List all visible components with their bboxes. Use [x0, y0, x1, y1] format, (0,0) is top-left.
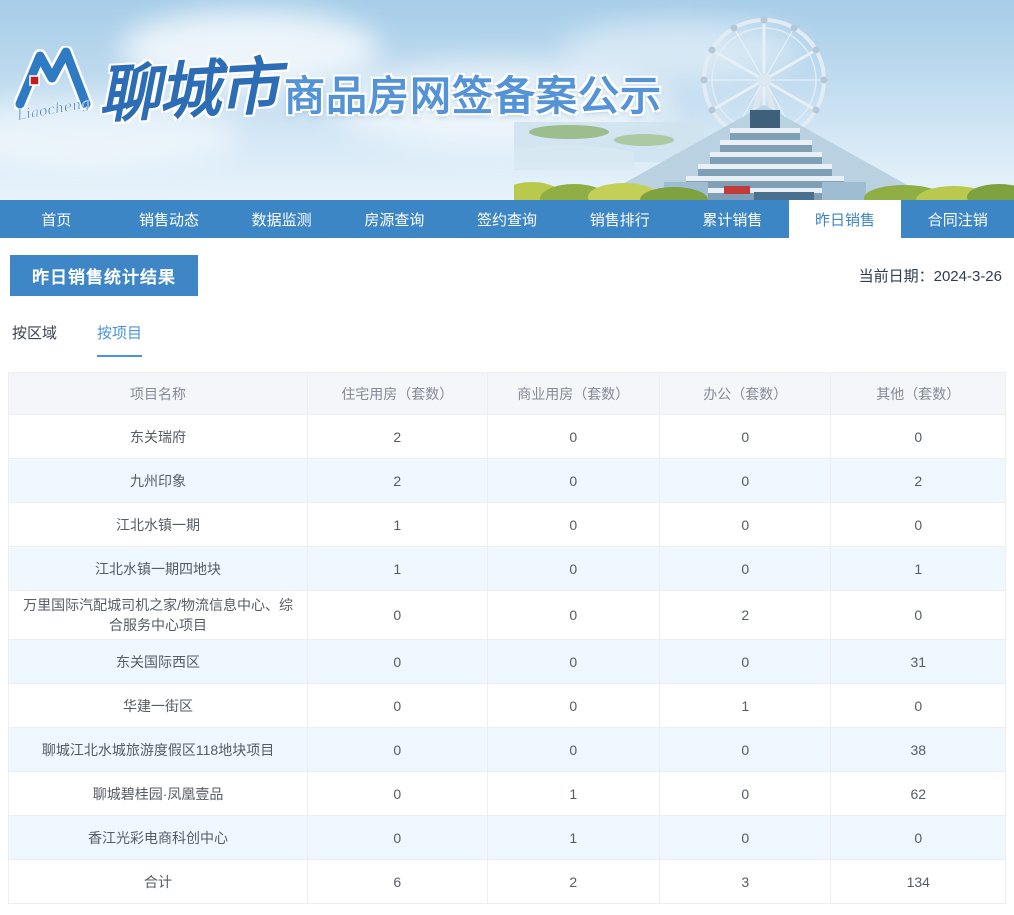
- header-banner: Liaocheng 聊城市 商品房网签备案公示: [0, 0, 1014, 200]
- col-header-office: 办公（套数）: [659, 372, 832, 415]
- project-name-cell: 聊城碧桂园·凤凰壹品: [7, 771, 309, 816]
- view-subtabs: 按区域 按项目: [12, 322, 1006, 357]
- project-name-cell: 万里国际汽配城司机之家/物流信息中心、综合服务中心项目: [7, 590, 309, 640]
- subtab-by-region[interactable]: 按区域: [12, 322, 57, 357]
- project-name-cell: 东关瑞府: [7, 414, 309, 459]
- nav-item-listing-query[interactable]: 房源查询: [338, 200, 451, 238]
- table-row: 九州印象 2 0 0 2: [7, 458, 1006, 503]
- col-header-residential: 住宅用房（套数）: [307, 372, 488, 415]
- table-row: 万里国际汽配城司机之家/物流信息中心、综合服务中心项目 0 0 2 0: [7, 590, 1006, 640]
- title-bar: 昨日销售统计结果 当前日期：2024-3-26: [8, 255, 1006, 296]
- project-name-cell: 香江光彩电商科创中心: [7, 815, 309, 860]
- nav-item-sales-ranking[interactable]: 销售排行: [563, 200, 676, 238]
- project-name-cell: 东关国际西区: [7, 639, 309, 684]
- nav-item-contract-cancel[interactable]: 合同注销: [901, 200, 1014, 238]
- col-header-project-name: 项目名称: [7, 372, 309, 415]
- page-title: 昨日销售统计结果: [10, 255, 198, 296]
- project-name-cell: 华建一街区: [7, 683, 309, 728]
- table-row-total: 合计 6 2 3 134: [7, 859, 1006, 904]
- table-row: 聊城碧桂园·凤凰壹品 0 1 0 62: [7, 771, 1006, 816]
- nav-item-cumulative-sales[interactable]: 累计销售: [676, 200, 789, 238]
- subtab-by-project[interactable]: 按项目: [97, 322, 143, 357]
- nav-item-data-monitor[interactable]: 数据监测: [225, 200, 338, 238]
- nav-item-home[interactable]: 首页: [0, 200, 113, 238]
- nav-item-yesterday-sales[interactable]: 昨日销售: [788, 200, 902, 238]
- table-header-row: 项目名称 住宅用房（套数） 商业用房（套数） 办公（套数） 其他（套数）: [7, 372, 1006, 415]
- brand-name: 聊城市: [96, 49, 281, 132]
- main-nav: 首页 销售动态 数据监测 房源查询 签约查询 销售排行 累计销售 昨日销售 合同…: [0, 200, 1014, 238]
- table-row: 江北水镇一期 1 0 0 0: [7, 502, 1006, 547]
- col-header-other: 其他（套数）: [830, 372, 1006, 415]
- table-row: 聊城江北水城旅游度假区118地块项目 0 0 0 38: [7, 727, 1006, 772]
- table-row: 江北水镇一期四地块 1 0 0 1: [7, 546, 1006, 591]
- nav-item-sales-dynamics[interactable]: 销售动态: [113, 200, 226, 238]
- table-row: 东关国际西区 0 0 0 31: [7, 639, 1006, 684]
- project-name-cell: 聊城江北水城旅游度假区118地块项目: [7, 727, 309, 772]
- site-title: 商品房网签备案公示: [284, 73, 663, 119]
- sales-stats-table: 项目名称 住宅用房（套数） 商业用房（套数） 办公（套数） 其他（套数） 东关瑞…: [7, 372, 1006, 904]
- table-row: 香江光彩电商科创中心 0 1 0 0: [7, 815, 1006, 860]
- nav-item-contract-query[interactable]: 签约查询: [451, 200, 564, 238]
- current-date: 当前日期：2024-3-26: [858, 268, 1002, 285]
- table-row: 东关瑞府 2 0 0 0: [7, 414, 1006, 459]
- main-content: 昨日销售统计结果 当前日期：2024-3-26 按区域 按项目 项目名称 住宅用…: [0, 238, 1014, 904]
- col-header-commercial: 商业用房（套数）: [486, 372, 661, 415]
- table-row: 华建一街区 0 0 1 0: [7, 683, 1006, 728]
- project-name-cell: 江北水镇一期: [7, 502, 309, 547]
- project-name-cell: 九州印象: [7, 458, 309, 503]
- liaocheng-logo-icon: Liaocheng: [14, 46, 98, 124]
- total-label-cell: 合计: [7, 859, 309, 904]
- project-name-cell: 江北水镇一期四地块: [7, 546, 309, 591]
